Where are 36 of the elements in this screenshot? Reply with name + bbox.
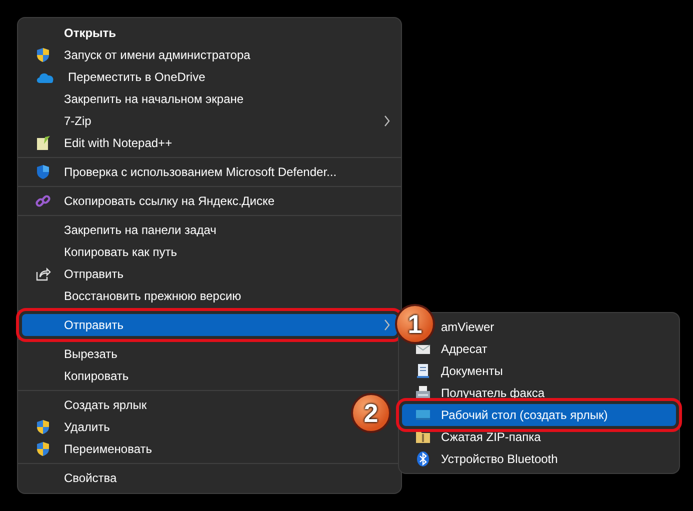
menu-item[interactable]: Переместить в OneDrive <box>22 66 345 88</box>
menu-item[interactable]: Рабочий стол (создать ярлык) <box>402 404 676 426</box>
menu-item[interactable]: Закрепить на панели задач <box>22 219 345 241</box>
desktop-icon <box>415 407 431 423</box>
folder-icon <box>415 429 431 445</box>
menu-item[interactable]: Вырезать <box>22 343 345 365</box>
menu-item[interactable]: Сжатая ZIP-папка <box>402 426 676 448</box>
menu-item[interactable]: Получатель факса <box>402 382 676 404</box>
menu-item[interactable]: Свойства <box>22 467 345 489</box>
menu-item[interactable]: Проверка с использованием Microsoft Defender... <box>22 161 345 183</box>
menu-item[interactable]: Документы <box>402 360 676 382</box>
menu-item[interactable]: Копировать <box>22 365 345 387</box>
document-icon <box>415 363 431 379</box>
link-icon <box>35 193 51 209</box>
shield-icon <box>35 419 51 435</box>
shield-icon <box>35 164 51 180</box>
menu-item[interactable]: Закрепить на начальном экране <box>22 88 345 110</box>
menu-item[interactable]: Переименовать <box>22 438 345 460</box>
menu-item[interactable]: Создать ярлык <box>22 394 345 416</box>
shield-icon <box>35 441 51 457</box>
menu-item[interactable]: Скопировать ссылку на Яндекс.Диске <box>22 190 345 212</box>
menu-item[interactable]: Восстановить прежнюю версию <box>22 285 345 307</box>
menu-item[interactable]: Копировать как путь <box>22 241 345 263</box>
notepad-icon <box>35 135 51 151</box>
menu-item[interactable]: Edit with Notepad++ <box>22 132 345 154</box>
menu-item[interactable]: Запуск от имени администратора <box>22 44 345 66</box>
fax-icon <box>415 385 431 401</box>
menu-item[interactable]: Удалить <box>22 416 345 438</box>
menu-item[interactable]: Устройство Bluetooth <box>402 448 676 470</box>
menu-item[interactable]: Отправить <box>22 263 345 285</box>
menu-item[interactable]: Открыть <box>22 22 345 44</box>
menu-item[interactable]: 7-Zip <box>22 110 397 132</box>
menu-item[interactable]: Отправить <box>22 314 397 336</box>
share-icon <box>35 266 51 282</box>
shield-icon <box>35 47 51 63</box>
bluetooth-icon <box>415 451 431 467</box>
